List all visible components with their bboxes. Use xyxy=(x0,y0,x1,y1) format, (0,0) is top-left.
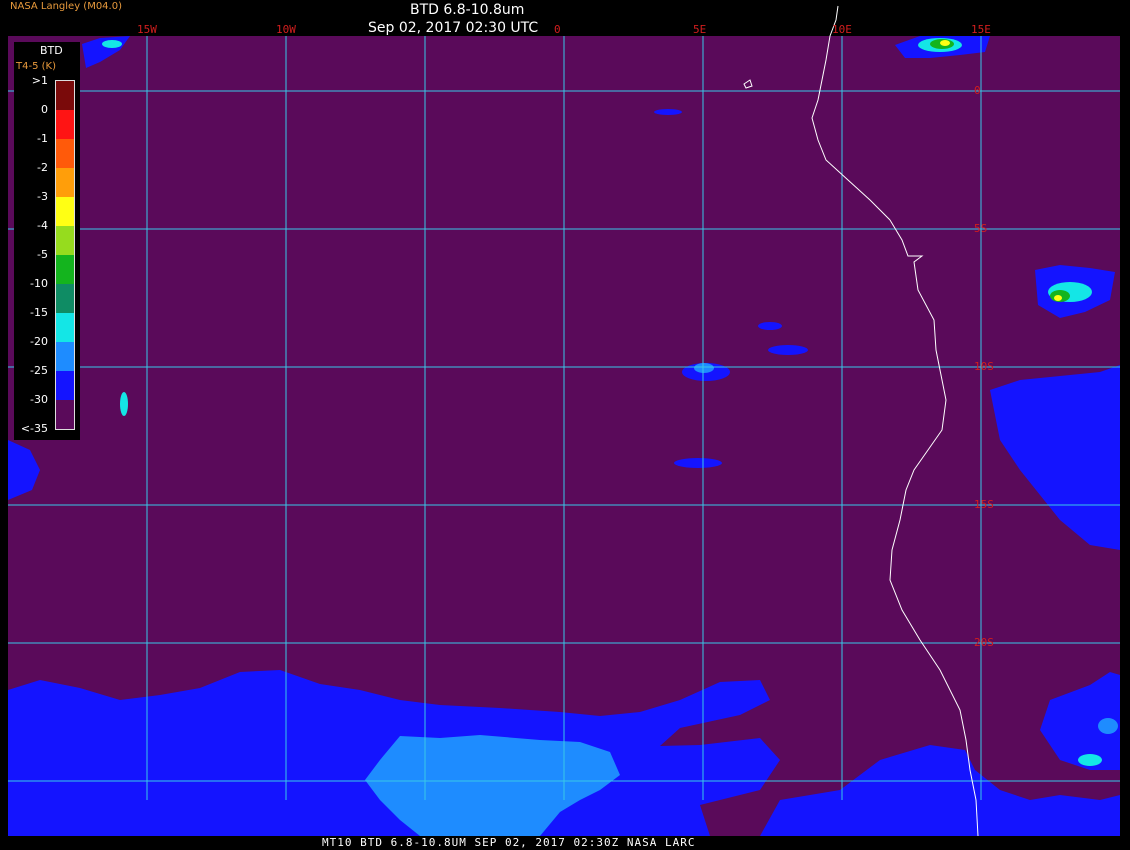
legend-color-swatch xyxy=(56,226,74,255)
legend-tick-label: -3 xyxy=(37,190,48,203)
legend-color-swatch xyxy=(56,168,74,197)
btd-satellite-map xyxy=(8,5,1120,837)
image-timestamp: Sep 02, 2017 02:30 UTC xyxy=(368,20,539,36)
legend-tick-label: -5 xyxy=(37,248,48,261)
cloud-cell-east-5s-yellow xyxy=(1054,295,1062,301)
legend-tick-label: -4 xyxy=(37,219,48,232)
latitude-label: 15S xyxy=(974,498,994,511)
legend-color-swatch xyxy=(56,110,74,139)
longitude-label: 5E xyxy=(693,23,707,36)
cloud-cell-island-14w xyxy=(120,392,128,416)
legend-tick-label: 0 xyxy=(41,103,48,116)
footer-caption: MT10 BTD 6.8-10.8UM SEP 02, 2017 02:30Z … xyxy=(322,836,696,849)
legend-color-swatch xyxy=(56,255,74,284)
cloud-cell-center-10s-mid xyxy=(694,363,714,373)
cloud-cell-east-20s-mid xyxy=(1098,718,1118,734)
satellite-image-viewer: BTD 6.8-10.8um Sep 02, 2017 02:30 UTC NA… xyxy=(0,0,1130,850)
legend-tick-label: -25 xyxy=(30,364,48,377)
legend-tick-label: -20 xyxy=(30,335,48,348)
legend-color-swatch xyxy=(56,139,74,168)
longitude-label: 15W xyxy=(137,23,157,36)
cloud-cell-northeast-yellow xyxy=(940,40,950,46)
legend-color-swatch xyxy=(56,371,74,400)
latitude-label: 10S xyxy=(974,360,994,373)
legend-color-swatch xyxy=(56,313,74,342)
latitude-label: 20S xyxy=(974,636,994,649)
longitude-label: 10W xyxy=(276,23,296,36)
cloud-cell-northwest-cyan xyxy=(102,40,122,48)
legend-tick-label: -30 xyxy=(30,393,48,406)
longitude-label: 15E xyxy=(971,23,991,36)
legend-tick-label: <-35 xyxy=(20,422,48,435)
color-legend: BTD T4-5 (K) >1 0 -1 -2 -3 -4 -5 -10 -15 -20 -25 -3… xyxy=(14,42,80,440)
legend-color-swatch xyxy=(56,400,74,429)
legend-colorbar xyxy=(55,80,75,430)
legend-tick-label: >1 xyxy=(31,74,48,87)
legend-title: BTD xyxy=(40,44,63,57)
longitude-label: 10E xyxy=(832,23,852,36)
longitude-label: 0 xyxy=(554,23,561,36)
cloud-cell-center-8s xyxy=(768,345,808,355)
latitude-label: 5S xyxy=(974,222,988,235)
legend-color-swatch xyxy=(56,81,74,110)
legend-tick-label: -1 xyxy=(37,132,48,145)
credit-label: NASA Langley (M04.0) xyxy=(10,1,122,12)
cloud-cell-east-20s-cyan xyxy=(1078,754,1102,766)
legend-subtitle: T4-5 (K) xyxy=(16,61,56,72)
cloud-cell-center-2n xyxy=(654,109,682,115)
legend-color-swatch xyxy=(56,197,74,226)
cloud-cell-center-12s xyxy=(674,458,722,468)
image-title: BTD 6.8-10.8um xyxy=(410,2,525,18)
cloud-cell-center-7s xyxy=(758,322,782,330)
legend-tick-label: -2 xyxy=(37,161,48,174)
legend-tick-label: -10 xyxy=(30,277,48,290)
legend-tick-label: -15 xyxy=(30,306,48,319)
legend-color-swatch xyxy=(56,284,74,313)
latitude-label: 0 xyxy=(974,84,981,97)
legend-color-swatch xyxy=(56,342,74,371)
